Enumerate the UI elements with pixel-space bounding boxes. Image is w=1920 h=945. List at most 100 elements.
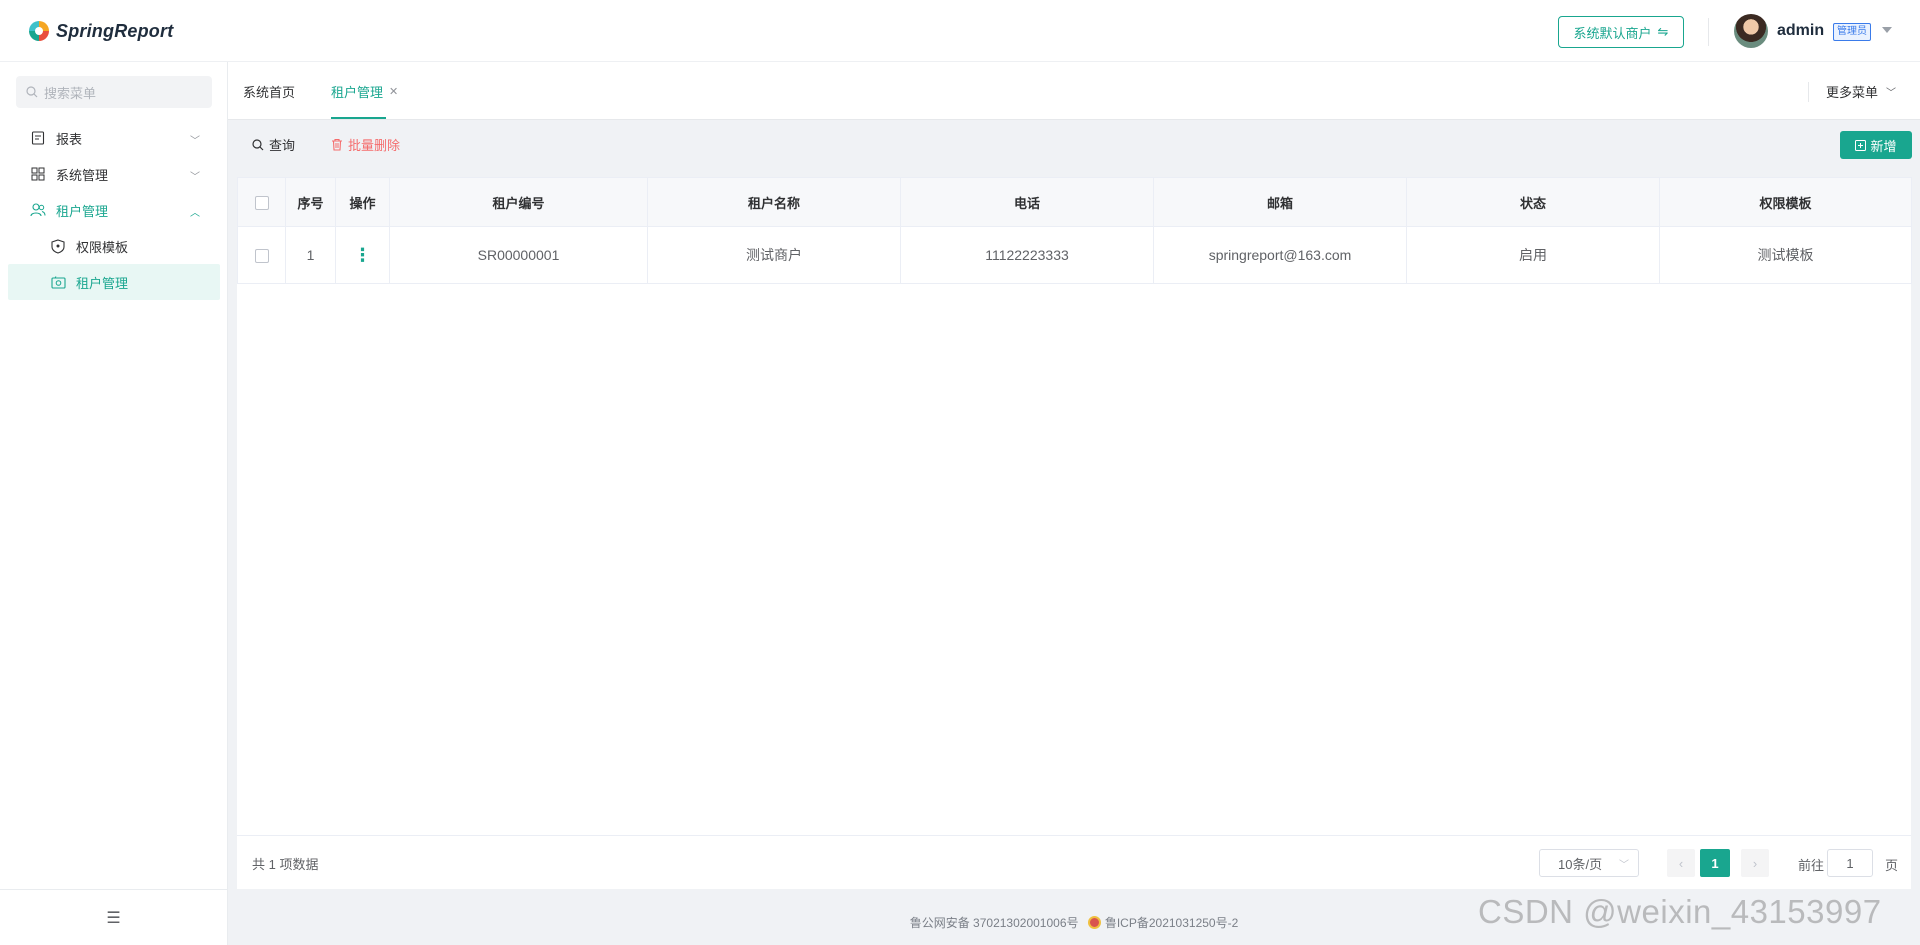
page-size-select[interactable]: 10条/页 ﹀ — [1539, 849, 1639, 877]
goto-page-input[interactable]: 1 — [1827, 849, 1873, 877]
pagination: 共 1 项数据 10条/页 ﹀ ‹ 1 › 前往 1 页 — [237, 835, 1911, 889]
tenant-table-card: 序号 操作 租户编号 租户名称 电话 邮箱 状态 权限模板 1 ⋮ SR0000… — [237, 177, 1912, 889]
column-header: 状态 — [1406, 177, 1660, 227]
cell-tenant-name: 测试商户 — [647, 226, 901, 284]
user-name[interactable]: admin — [1777, 22, 1824, 40]
report-icon — [30, 130, 46, 146]
column-header: 电话 — [900, 177, 1154, 227]
search-placeholder: 搜索菜单 — [44, 85, 97, 101]
tab-label: 系统首页 — [243, 84, 296, 100]
goto-suffix: 页 — [1885, 858, 1899, 873]
next-page-button[interactable]: › — [1741, 849, 1769, 877]
row-checkbox[interactable] — [254, 249, 269, 264]
cell-tenant-code: SR00000001 — [389, 226, 648, 284]
collapse-menu-icon: ☰ — [106, 909, 121, 927]
sidebar: 搜索菜单 报表 ﹀ 系统管理 ﹀ 租户管理 ︿ 权限模板 — [0, 62, 228, 945]
icp-record-link[interactable]: 鲁ICP备2021031250号-2 — [1105, 916, 1238, 930]
add-icon — [1855, 139, 1867, 151]
toolbar: 查询 批量删除 新增 — [228, 120, 1920, 170]
add-label: 新增 — [1870, 138, 1897, 154]
tab-label: 租户管理 — [331, 84, 384, 100]
more-menu-dropdown[interactable]: 更多菜单 ﹀ — [1826, 62, 1896, 120]
chevron-down-icon: ﹀ — [190, 172, 200, 183]
page-number-current[interactable]: 1 — [1700, 849, 1730, 877]
menu-search-input[interactable]: 搜索菜单 — [16, 76, 212, 108]
cell-action: ⋮ — [335, 226, 390, 284]
select-all-checkbox[interactable] — [254, 195, 269, 210]
query-label: 查询 — [269, 138, 296, 153]
chevron-down-icon: ﹀ — [190, 136, 200, 147]
tenant-switch-button[interactable]: 系统默认商户 ⇋ — [1558, 16, 1684, 48]
batch-delete-button[interactable]: 批量删除 — [331, 135, 400, 154]
column-header: 租户名称 — [647, 177, 901, 227]
column-header: 租户编号 — [389, 177, 648, 227]
avatar[interactable] — [1734, 14, 1768, 48]
sidebar-subitem-label: 租户管理 — [76, 275, 129, 291]
column-header: 操作 — [335, 177, 390, 227]
shield-icon — [50, 238, 66, 254]
chevron-down-icon: ﹀ — [1619, 860, 1629, 871]
sidebar-subitem-tenant-management[interactable]: 租户管理 — [8, 264, 220, 300]
cell-phone: 11122223333 — [900, 226, 1154, 284]
more-menu-label: 更多菜单 — [1826, 84, 1879, 100]
page-size-value: 10条/页 — [1558, 856, 1603, 872]
police-badge-icon — [1087, 916, 1101, 929]
column-header: 权限模板 — [1659, 177, 1912, 227]
tab-home[interactable]: 系统首页 — [243, 62, 295, 120]
users-icon — [30, 202, 46, 218]
column-header: 邮箱 — [1153, 177, 1407, 227]
cell-status: 启用 — [1406, 226, 1660, 284]
police-record-link[interactable]: 鲁公网安备 37021302001006号 — [910, 916, 1079, 930]
sidebar-item-label: 报表 — [56, 131, 83, 147]
search-icon — [26, 86, 38, 98]
table-row: 1 ⋮ SR00000001 测试商户 11122223333 springre… — [237, 226, 1912, 284]
row-select-cell — [237, 226, 286, 284]
batch-delete-label: 批量删除 — [348, 138, 401, 153]
chevron-up-icon: ︿ — [190, 208, 200, 219]
switch-icon: ⇋ — [1657, 24, 1669, 39]
cell-index: 1 — [285, 226, 336, 284]
chevron-left-icon: ‹ — [1678, 855, 1684, 871]
sidebar-subitem-label: 权限模板 — [76, 239, 129, 255]
watermark: CSDN @weixin_43153997 — [1478, 893, 1882, 930]
tenant-table: 序号 操作 租户编号 租户名称 电话 邮箱 状态 权限模板 1 ⋮ SR0000… — [237, 177, 1912, 284]
prev-page-button[interactable]: ‹ — [1667, 849, 1695, 877]
sidebar-item-label: 租户管理 — [56, 203, 109, 219]
more-menu-divider — [1808, 82, 1809, 102]
query-button[interactable]: 查询 — [252, 135, 295, 154]
chevron-right-icon: › — [1752, 855, 1758, 871]
app-name: SpringReport — [56, 20, 174, 41]
search-icon — [252, 138, 264, 150]
tabs-bar: 系统首页 租户管理 ✕ 更多菜单 ﹀ — [228, 62, 1920, 120]
active-tab-indicator — [331, 117, 387, 119]
grid-icon — [30, 166, 46, 182]
role-badge: 管理员 — [1833, 23, 1871, 41]
sidebar-item-label: 系统管理 — [56, 167, 109, 183]
app-logo[interactable]: SpringReport — [27, 19, 173, 43]
chevron-down-icon: ﹀ — [1886, 87, 1897, 99]
add-button[interactable]: 新增 — [1840, 131, 1912, 159]
select-all-cell — [237, 177, 286, 227]
cell-email: springreport@163.com — [1153, 226, 1407, 284]
table-header-row: 序号 操作 租户编号 租户名称 电话 邮箱 状态 权限模板 — [237, 177, 1912, 227]
cell-template: 测试模板 — [1659, 226, 1912, 284]
logo-icon — [29, 21, 49, 41]
close-icon[interactable]: ✕ — [389, 85, 398, 98]
sidebar-item-report[interactable]: 报表 ﹀ — [8, 120, 220, 156]
main-content: 查询 批量删除 新增 序号 操作 租户编号 租户名称 电话 邮箱 状态 权限模板… — [228, 120, 1920, 945]
trash-icon — [332, 138, 342, 151]
header-divider — [1708, 18, 1709, 46]
total-count: 共 1 项数据 — [252, 857, 319, 872]
sidebar-subitem-permission-template[interactable]: 权限模板 — [8, 228, 220, 264]
top-header: SpringReport 系统默认商户 ⇋ admin 管理员 — [0, 0, 1920, 62]
column-header: 序号 — [285, 177, 336, 227]
tenant-switch-label: 系统默认商户 — [1573, 25, 1652, 41]
collapse-sidebar-button[interactable]: ☰ — [0, 889, 227, 945]
caret-down-icon[interactable] — [1882, 27, 1892, 33]
tenant-icon — [50, 274, 66, 290]
goto-label: 前往 — [1798, 858, 1825, 873]
more-actions-icon[interactable]: ⋮ — [354, 245, 372, 265]
tab-tenant-management[interactable]: 租户管理 ✕ — [331, 62, 398, 120]
sidebar-item-tenant[interactable]: 租户管理 ︿ — [8, 192, 220, 228]
sidebar-item-system[interactable]: 系统管理 ﹀ — [8, 156, 220, 192]
